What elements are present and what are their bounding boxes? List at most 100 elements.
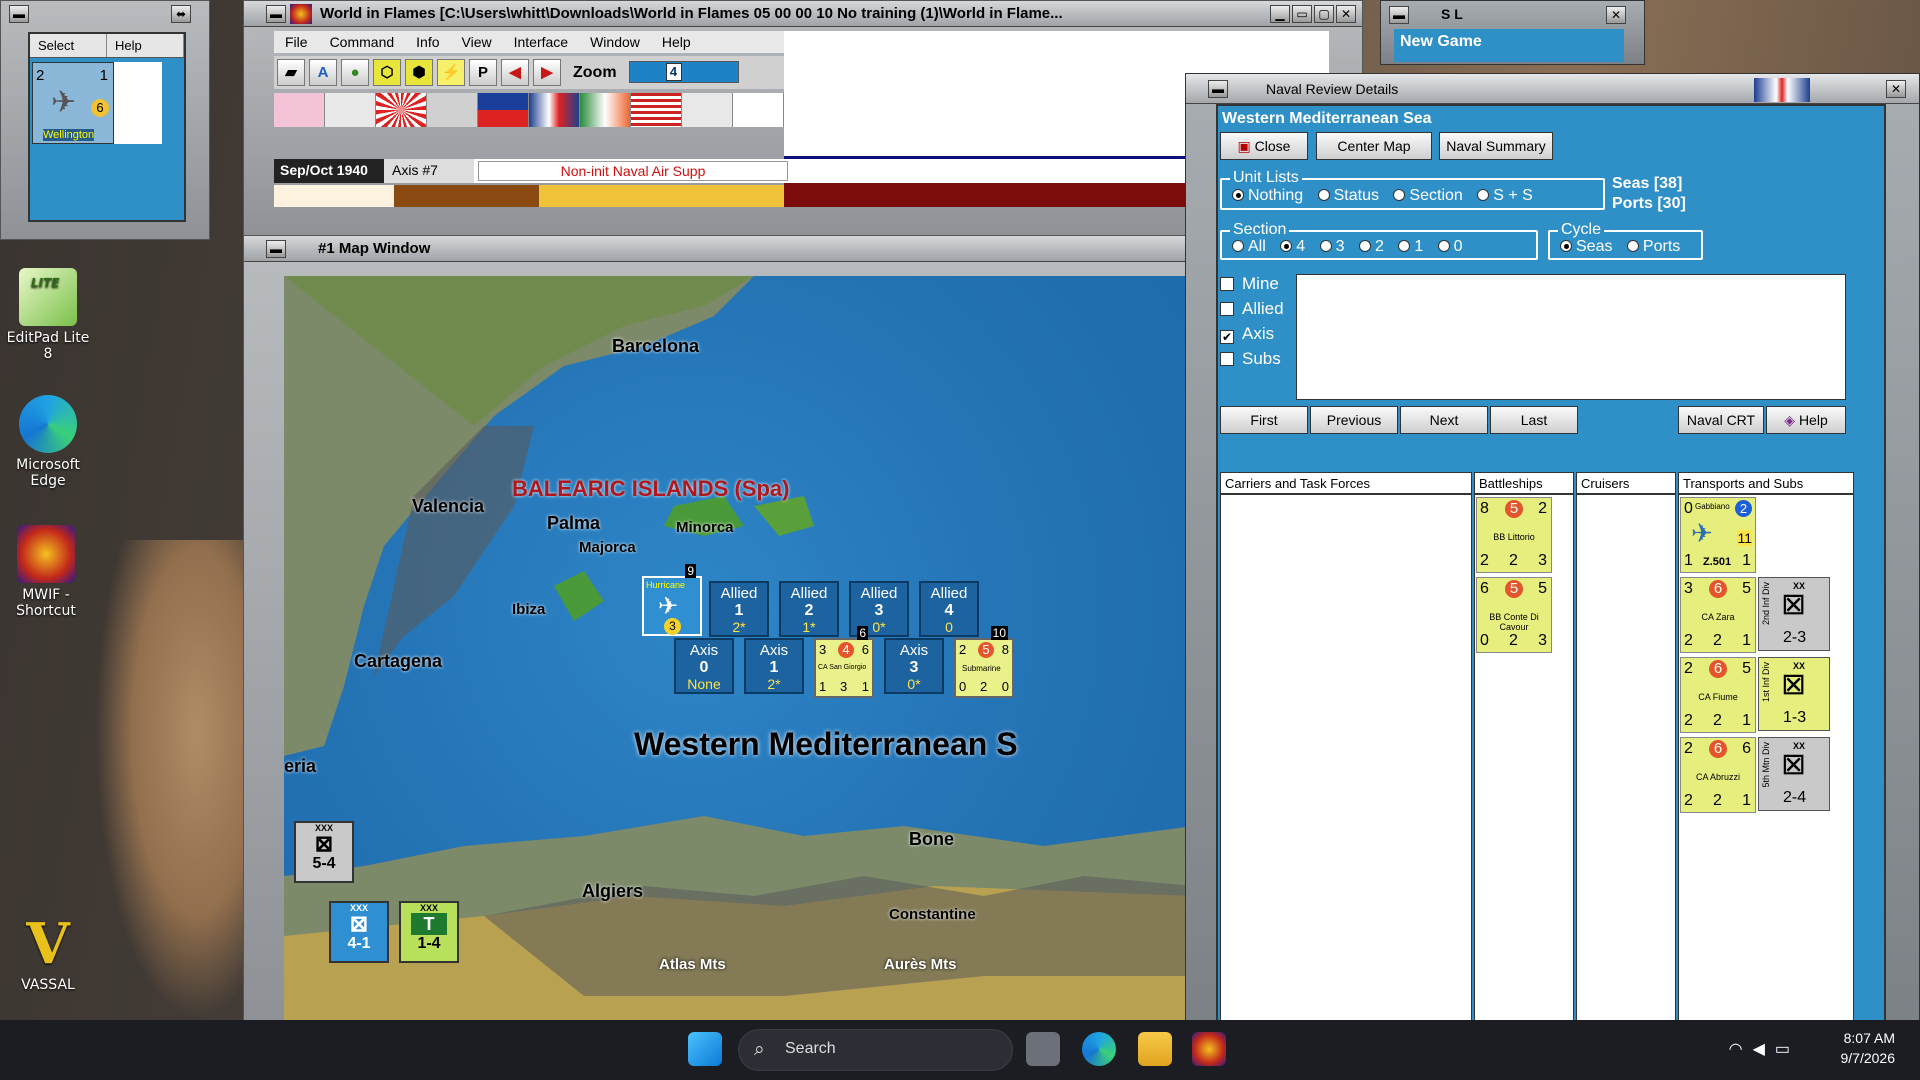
ship-counter-conte-di-cavour[interactable]: 6 5 5 BB Conte Di Cavour 0 2 3: [1476, 577, 1552, 653]
ship-counter-ca-zara[interactable]: 3 6 5 CA Zara 2 2 1: [1680, 577, 1756, 653]
close-button[interactable]: ▣ Close: [1220, 132, 1308, 160]
window-menu-icon[interactable]: ▬: [1389, 6, 1409, 24]
flag-china-icon[interactable]: [478, 93, 529, 127]
column-cruisers[interactable]: [1576, 494, 1676, 1022]
desktop-icon-vassal[interactable]: V VASSAL: [2, 915, 94, 993]
submarine-counter[interactable]: 10 2 5 8 Submarine 0 2 0: [954, 626, 1014, 698]
filter-allied[interactable]: Allied: [1220, 299, 1284, 319]
menu-select[interactable]: Select: [30, 34, 107, 57]
island-minorca[interactable]: Minorca: [676, 519, 734, 536]
ship-counter-z501[interactable]: 0 Gabbiano 2 ✈ 11 1 Z.501 1: [1680, 497, 1756, 573]
radio-seas[interactable]: [1560, 240, 1572, 252]
window-menu-icon[interactable]: ▬: [1208, 80, 1228, 98]
naval-summary-button[interactable]: Naval Summary: [1439, 132, 1553, 160]
radio-status[interactable]: [1317, 189, 1330, 201]
radio-s-s[interactable]: [1477, 189, 1490, 201]
minimize-icon[interactable]: ▁: [1270, 5, 1290, 23]
arrow-right-icon[interactable]: ▶: [533, 59, 561, 86]
radio-3[interactable]: [1319, 240, 1332, 252]
axis-section-box[interactable]: Axis 0 None: [674, 638, 734, 694]
axis-section-box[interactable]: Axis 1 2*: [744, 638, 804, 694]
allied-section-box[interactable]: Allied 4 0: [919, 581, 979, 637]
ship-counter-ca-fiume[interactable]: 2 6 5 CA Fiume 2 2 1: [1680, 657, 1756, 733]
hurricane-counter[interactable]: 9 Hurricane ✈ 3: [642, 564, 702, 636]
checkbox[interactable]: [1220, 352, 1234, 366]
division-counter[interactable]: 1st Inf Div XX ⊠ 1-3: [1758, 657, 1830, 731]
column-transports[interactable]: 0 Gabbiano 2 ✈ 11 1 Z.501 1 3 6 5 CA Zar…: [1678, 494, 1854, 1022]
checkbox-checked[interactable]: ✔: [1220, 330, 1234, 344]
city-constantine[interactable]: Constantine: [889, 906, 976, 923]
filter-mine[interactable]: Mine: [1220, 274, 1279, 294]
next-button[interactable]: Next: [1400, 406, 1488, 434]
lightning-icon[interactable]: ⚡: [437, 59, 465, 86]
volume-icon[interactable]: ◀: [1753, 1041, 1775, 1058]
zoom-slider[interactable]: 4: [628, 61, 739, 83]
allied-section-box[interactable]: Allied 2 1*: [779, 581, 839, 637]
close-icon[interactable]: ✕: [1606, 6, 1626, 24]
city-algiers[interactable]: Algiers: [582, 881, 643, 902]
desktop-icon-mwif[interactable]: MWIF - Shortcut: [0, 525, 92, 619]
menu-interface[interactable]: Interface: [503, 31, 579, 53]
task-view-icon[interactable]: [1026, 1032, 1060, 1066]
city-bone[interactable]: Bone: [909, 829, 954, 850]
menu-help[interactable]: Help: [107, 34, 184, 57]
wellington-counter[interactable]: 2 1 ✈ 6 Wellington: [32, 62, 114, 144]
unit-list-box[interactable]: [1296, 274, 1846, 400]
menu-window[interactable]: Window: [579, 31, 651, 53]
close-icon[interactable]: ✕: [1336, 5, 1356, 23]
new-game-button[interactable]: New Game: [1394, 29, 1624, 62]
window-menu-icon[interactable]: ▬: [266, 5, 286, 23]
desktop-icon-editpad[interactable]: LITE EditPad Lite 8: [2, 268, 94, 362]
taskbar-search[interactable]: ⌕ Search: [738, 1029, 1013, 1071]
map-canvas[interactable]: Barcelona Valencia Palma Majorca Minorca…: [284, 276, 1194, 1021]
menu-file[interactable]: File: [274, 31, 319, 53]
radio-2[interactable]: [1358, 240, 1371, 252]
help-button[interactable]: ◈ Help: [1766, 406, 1846, 434]
menu-info[interactable]: Info: [405, 31, 450, 53]
edge-taskbar-icon[interactable]: [1082, 1032, 1116, 1066]
flag-uk-icon[interactable]: [529, 93, 580, 127]
flag-target-icon[interactable]: [733, 93, 784, 127]
radio-1[interactable]: [1398, 240, 1411, 252]
flag-ireland-icon[interactable]: [580, 93, 631, 127]
flag-blank-icon[interactable]: [427, 93, 478, 127]
desktop-icon-edge[interactable]: Microsoft Edge: [2, 395, 94, 489]
column-battleships[interactable]: 8 5 2 BB Littorio 2 2 3 6 5 5 BB Conte D…: [1474, 494, 1574, 1022]
close-icon[interactable]: ✕: [1886, 80, 1906, 98]
window-menu-icon[interactable]: ▬: [266, 240, 286, 258]
system-tray[interactable]: ◠◀▭: [1729, 1039, 1800, 1059]
clock[interactable]: 8:07 AM 9/7/2026: [1841, 1028, 1896, 1068]
maximize-icon[interactable]: ▢: [1314, 5, 1334, 23]
text-tool-icon[interactable]: A: [309, 59, 337, 86]
mwif-taskbar-icon[interactable]: [1192, 1032, 1226, 1066]
checkbox[interactable]: [1220, 302, 1234, 316]
radio-nothing[interactable]: [1232, 189, 1244, 201]
city-cartagena[interactable]: Cartagena: [354, 651, 442, 672]
column-carriers[interactable]: [1220, 494, 1472, 1022]
city-valencia[interactable]: Valencia: [412, 496, 484, 517]
center-map-button[interactable]: Center Map: [1316, 132, 1432, 160]
file-explorer-icon[interactable]: [1138, 1032, 1172, 1066]
filter-subs[interactable]: Subs: [1220, 349, 1281, 369]
flag-japan-icon[interactable]: [274, 93, 325, 127]
start-icon[interactable]: [688, 1032, 722, 1066]
radio-ports[interactable]: [1626, 240, 1639, 252]
zoom-knob[interactable]: 4: [665, 63, 682, 81]
radio-section[interactable]: [1393, 189, 1406, 201]
tank-icon[interactable]: ▰: [277, 59, 305, 86]
menu-command[interactable]: Command: [319, 31, 406, 53]
battery-icon[interactable]: ▭: [1775, 1041, 1800, 1058]
previous-button[interactable]: Previous: [1310, 406, 1398, 434]
flag-rising-sun-icon[interactable]: [376, 93, 427, 127]
city-barcelona[interactable]: Barcelona: [612, 336, 699, 357]
city-almeria-partial[interactable]: eria: [284, 756, 316, 777]
ca-san-giorgio-counter[interactable]: 6 3 4 6 CA San Giorgio 1 3 1: [814, 626, 874, 698]
last-button[interactable]: Last: [1490, 406, 1578, 434]
restore-icon[interactable]: ▭: [1292, 5, 1312, 23]
window-toggle-icon[interactable]: ⬌: [171, 5, 191, 23]
ship-counter-littorio[interactable]: 8 5 2 BB Littorio 2 2 3: [1476, 497, 1552, 573]
naval-crt-button[interactable]: Naval CRT: [1678, 406, 1764, 434]
allied-section-box[interactable]: Allied 1 2*: [709, 581, 769, 637]
first-button[interactable]: First: [1220, 406, 1308, 434]
land-unit-counter[interactable]: XXX ⊠ 4-1: [329, 901, 389, 963]
